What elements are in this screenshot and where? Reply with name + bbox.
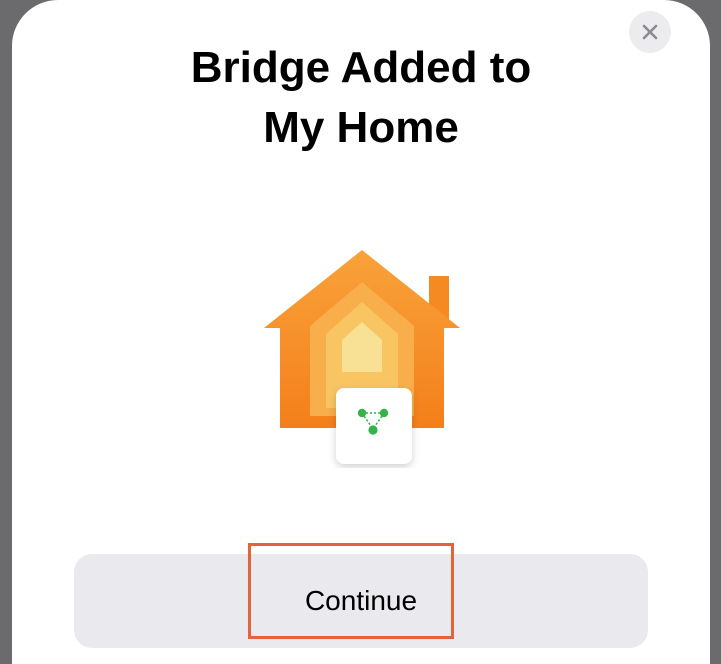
continue-button[interactable]: Continue xyxy=(74,554,648,648)
title-line-2: My Home xyxy=(263,103,459,152)
title-line-1: Bridge Added to xyxy=(190,43,532,92)
page-title: Bridge Added to My Home xyxy=(12,38,710,158)
continue-button-label: Continue xyxy=(304,585,418,616)
bridge-added-sheet: Bridge Added to My Home Continue xyxy=(12,0,710,664)
home-bridge-icon xyxy=(264,250,460,464)
